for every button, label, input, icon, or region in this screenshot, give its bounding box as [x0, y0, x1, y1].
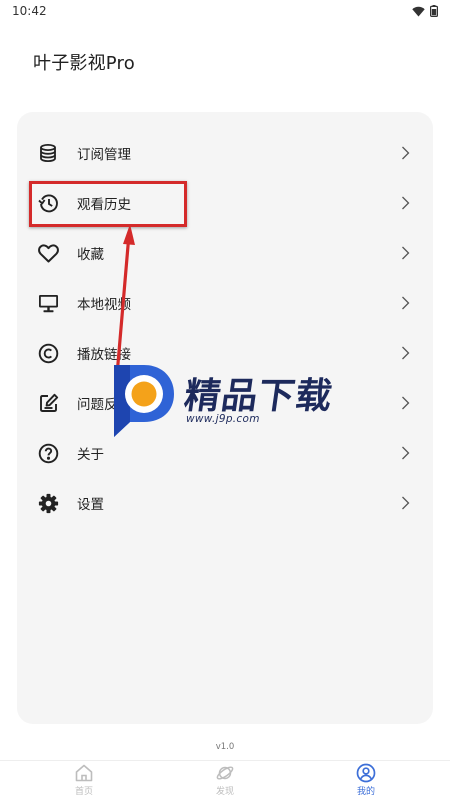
- chevron-right-icon: [399, 244, 411, 262]
- nav-discover[interactable]: 发现: [195, 763, 255, 799]
- planet-icon: [216, 766, 234, 780]
- bottom-nav: 首页 发现 我的: [0, 760, 450, 801]
- menu-item-local-videos[interactable]: 本地视频: [17, 278, 433, 328]
- chevron-right-icon: [399, 494, 411, 512]
- status-icons: [412, 5, 438, 17]
- menu-item-settings[interactable]: 设置: [17, 478, 433, 528]
- menu-label: 本地视频: [77, 297, 131, 313]
- user-icon: [356, 763, 376, 783]
- app-title: 叶子影视Pro: [33, 53, 135, 74]
- status-time: 10:42: [12, 4, 47, 18]
- chevron-right-icon: [399, 344, 411, 362]
- menu-item-subscriptions[interactable]: 订阅管理: [17, 128, 433, 178]
- version-label: v1.0: [215, 742, 235, 752]
- database-icon: [37, 142, 59, 164]
- chevron-right-icon: [399, 194, 411, 212]
- gear-icon: [37, 492, 59, 514]
- home-icon: [75, 764, 93, 782]
- edit-note-icon: [37, 392, 59, 414]
- help-circle-icon: [37, 442, 59, 464]
- menu-label: 收藏: [77, 247, 104, 263]
- chevron-right-icon: [399, 294, 411, 312]
- menu-label: 关于: [77, 447, 104, 463]
- nav-label: 我的: [356, 787, 375, 797]
- nav-label: 首页: [74, 787, 93, 797]
- copyright-icon: [37, 342, 59, 364]
- wifi-icon: [412, 6, 425, 16]
- monitor-icon: [37, 292, 59, 314]
- menu-label: 订阅管理: [77, 147, 131, 163]
- chevron-right-icon: [399, 444, 411, 462]
- nav-label: 发现: [215, 787, 234, 797]
- annotation-highlight-box: [29, 181, 187, 227]
- status-bar: 10:42: [0, 0, 450, 22]
- chevron-right-icon: [399, 394, 411, 412]
- nav-mine[interactable]: 我的: [336, 763, 396, 799]
- watermark-title: 精品下载: [181, 376, 336, 417]
- chevron-right-icon: [399, 144, 411, 162]
- menu-item-favorites[interactable]: 收藏: [17, 228, 433, 278]
- heart-icon: [37, 242, 59, 264]
- watermark-p-logo-icon: [114, 365, 174, 437]
- battery-icon: [430, 5, 438, 17]
- watermark-logo: 精品下载 www.j9p.com: [100, 357, 360, 437]
- watermark-url: www.j9p.com: [186, 413, 260, 425]
- menu-label: 设置: [77, 497, 104, 513]
- nav-home[interactable]: 首页: [54, 763, 114, 799]
